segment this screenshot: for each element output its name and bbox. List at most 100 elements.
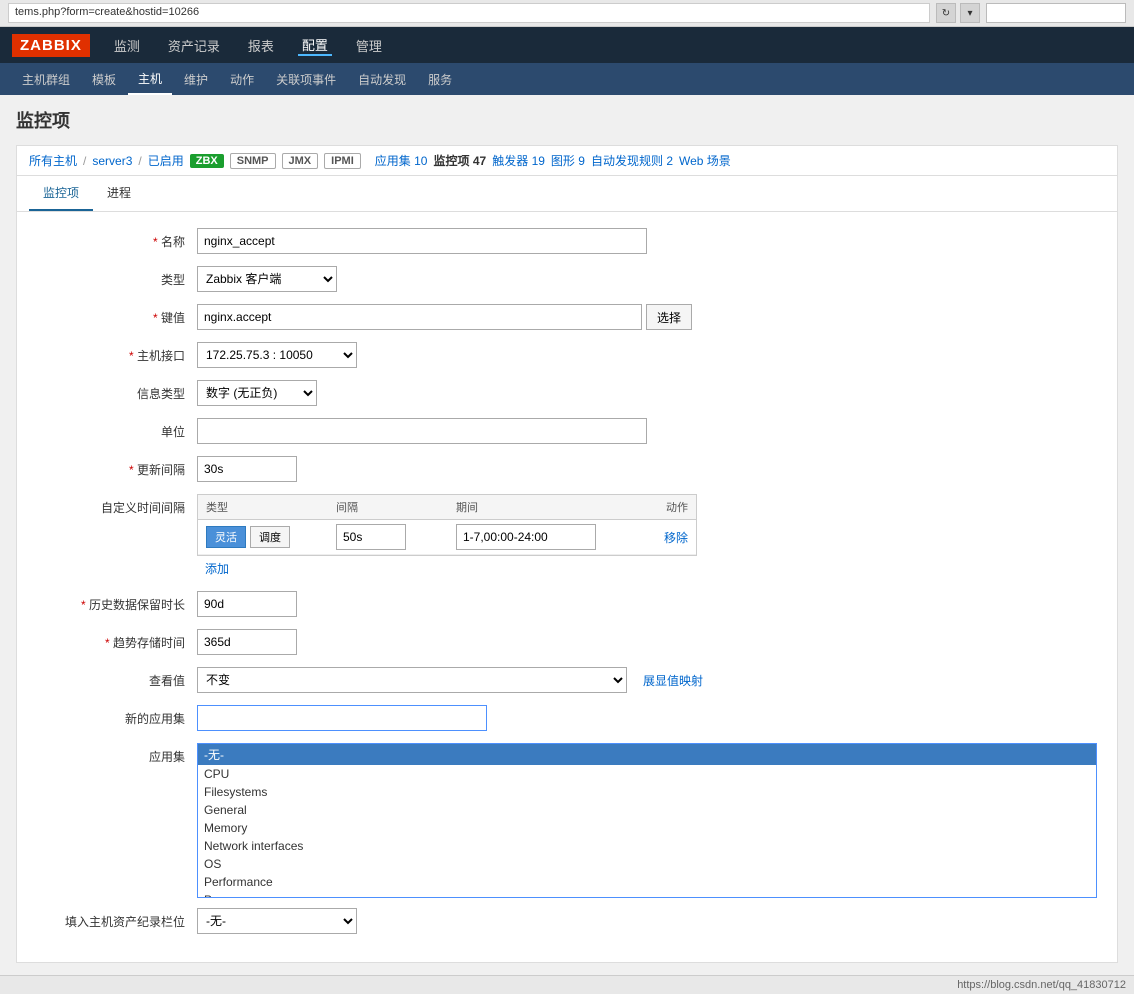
page-title: 监控项 [16,107,1118,133]
refresh-btn[interactable]: ↻ [936,3,956,23]
col-header-action: 动作 [616,499,688,515]
input-key[interactable] [197,304,642,330]
btn-remove-interval[interactable]: 移除 [664,531,688,545]
breadcrumb-server3[interactable]: server3 [92,154,132,168]
form-row-lookup: 查看值 不变 展显值映射 [37,667,1097,695]
select-infotype[interactable]: 数字 (无正负) [197,380,317,406]
nav-config[interactable]: 配置 [298,35,332,56]
label-interface: 主机接口 [37,342,197,364]
breadcrumb-sep-1: / [83,154,86,168]
badge-ipmi[interactable]: IPMI [324,153,361,169]
label-app: 应用集 [37,743,197,765]
label-history: 历史数据保留时长 [37,591,197,613]
form-row-custom-interval: 自定义时间间隔 类型 间隔 期间 动作 灵活 调度 [37,494,1097,581]
breadcrumb-all-hosts[interactable]: 所有主机 [29,152,77,169]
page-content: 监控项 所有主机 / server3 / 已启用 ZBX SNMP JMX IP… [0,95,1134,975]
quicklink-webscenarios[interactable]: Web 场景 [679,152,731,169]
label-trend: 趋势存储时间 [37,629,197,651]
breadcrumb-area: 所有主机 / server3 / 已启用 ZBX SNMP JMX IPMI 应… [16,145,1118,176]
zabbix-logo: ZABBIX [12,34,90,57]
tab-process[interactable]: 进程 [93,176,145,211]
btn-value-mapping[interactable]: 展显值映射 [643,672,703,689]
app-option-performance[interactable]: Performance [198,873,1096,891]
app-option-processes[interactable]: Processes [198,891,1096,898]
browser-bar: tems.php?form=create&hostid=10266 ↻ ▾ [0,0,1134,27]
label-inventory: 填入主机资产纪录栏位 [37,908,197,930]
subnav-actions[interactable]: 动作 [220,63,264,95]
btn-select-key[interactable]: 选择 [646,304,692,330]
input-history[interactable] [197,591,297,617]
input-unit[interactable] [197,418,647,444]
nav-assets[interactable]: 资产记录 [164,36,224,55]
tab-items[interactable]: 监控项 [29,176,93,211]
input-new-app[interactable] [197,705,487,731]
label-interval: 更新间隔 [37,456,197,478]
app-option-memory[interactable]: Memory [198,819,1096,837]
subnav-correlations[interactable]: 关联项事件 [266,63,346,95]
form-row-interval: 更新间隔 [37,456,1097,484]
input-interval[interactable] [197,456,297,482]
badge-jmx[interactable]: JMX [282,153,319,169]
input-name[interactable] [197,228,647,254]
btn-type-flex[interactable]: 灵活 [206,526,246,548]
subnav-services[interactable]: 服务 [418,63,462,95]
nav-admin[interactable]: 管理 [352,36,386,55]
app-option-network[interactable]: Network interfaces [198,837,1096,855]
form-area: 名称 类型 Zabbix 客户端 键值 选择 主机接口 172.25.75.3 … [16,211,1118,963]
subnav-hostgroups[interactable]: 主机群组 [12,63,80,95]
nav-monitoring[interactable]: 监测 [110,36,144,55]
app-option-cpu[interactable]: CPU [198,765,1096,783]
select-type[interactable]: Zabbix 客户端 [197,266,337,292]
label-lookup: 查看值 [37,667,197,689]
breadcrumb-enabled[interactable]: 已启用 [148,152,184,169]
subnav-autodiscovery[interactable]: 自动发现 [348,63,416,95]
quicklink-items[interactable]: 监控项 47 [433,152,486,169]
browser-search-input[interactable] [986,3,1126,23]
nav-down-btn[interactable]: ▾ [960,3,980,23]
footer-bar: https://blog.csdn.net/qq_41830712 [0,975,1134,994]
form-row-inventory: 填入主机资产纪录栏位 -无- [37,908,1097,936]
app-listbox[interactable]: -无- CPU Filesystems General Memory Netwo… [197,743,1097,898]
breadcrumb-sep-2: / [138,154,141,168]
form-row-type: 类型 Zabbix 客户端 [37,266,1097,294]
subnav-maintenance[interactable]: 维护 [174,63,218,95]
form-row-trend: 趋势存储时间 [37,629,1097,657]
input-trend[interactable] [197,629,297,655]
footer-link: https://blog.csdn.net/qq_41830712 [957,979,1126,991]
form-row-key: 键值 选择 [37,304,1097,332]
interval-table-header: 类型 间隔 期间 动作 [198,495,696,520]
sub-nav: 主机群组 模板 主机 维护 动作 关联项事件 自动发现 服务 [0,63,1134,95]
label-type: 类型 [37,266,197,288]
select-interface[interactable]: 172.25.75.3 : 10050 [197,342,357,368]
col-header-interval: 间隔 [336,499,456,515]
label-infotype: 信息类型 [37,380,197,402]
input-period-val[interactable] [456,524,596,550]
label-name: 名称 [37,228,197,250]
subnav-hosts[interactable]: 主机 [128,63,172,95]
select-inventory[interactable]: -无- [197,908,357,934]
badge-snmp[interactable]: SNMP [230,153,276,169]
quicklink-graphs[interactable]: 图形 9 [551,152,585,169]
select-lookup[interactable]: 不变 [197,667,627,693]
btn-add-interval[interactable]: 添加 [197,556,237,581]
quicklink-autodiscovery[interactable]: 自动发现规则 2 [591,152,673,169]
main-header: ZABBIX 监测 资产记录 报表 配置 管理 [0,27,1134,63]
url-bar[interactable]: tems.php?form=create&hostid=10266 [8,3,930,23]
interval-table: 类型 间隔 期间 动作 灵活 调度 [197,494,697,556]
quicklink-triggers[interactable]: 触发器 19 [492,152,545,169]
subnav-templates[interactable]: 模板 [82,63,126,95]
form-row-unit: 单位 [37,418,1097,446]
badge-zbx[interactable]: ZBX [190,154,224,168]
nav-reports[interactable]: 报表 [244,36,278,55]
input-interval-val[interactable] [336,524,406,550]
form-row-history: 历史数据保留时长 [37,591,1097,619]
app-option-filesystems[interactable]: Filesystems [198,783,1096,801]
app-option-os[interactable]: OS [198,855,1096,873]
label-key: 键值 [37,304,197,326]
quicklink-appset[interactable]: 应用集 10 [375,154,428,168]
btn-type-schedule[interactable]: 调度 [250,526,290,548]
label-custom-interval: 自定义时间间隔 [37,494,197,516]
form-row-infotype: 信息类型 数字 (无正负) [37,380,1097,408]
app-option-general[interactable]: General [198,801,1096,819]
app-option-none[interactable]: -无- [198,744,1096,765]
